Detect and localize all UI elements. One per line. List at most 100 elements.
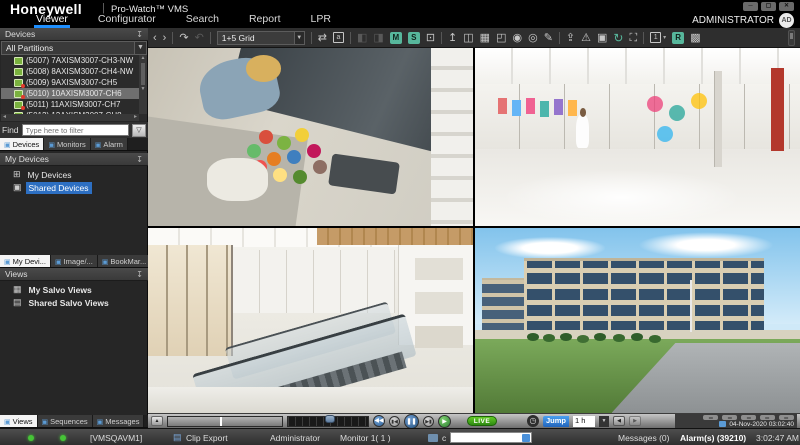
record-icon[interactable]: R [672, 32, 684, 44]
collapse-playbar-button[interactable]: ▲ [151, 416, 163, 426]
chevron-down-icon[interactable]: ▼ [599, 416, 609, 427]
play-button[interactable]: ▶ [438, 415, 451, 428]
menu-item[interactable]: LPR [308, 13, 332, 28]
calendar-icon[interactable] [719, 421, 726, 427]
camera-feed-checkout[interactable] [148, 48, 473, 226]
menu-item[interactable]: Viewer [34, 13, 70, 28]
live-button[interactable]: LIVE [467, 416, 497, 426]
alarms-indicator[interactable]: Alarm(s) (39210) [680, 429, 746, 445]
jump-forward-button[interactable]: ▶ [629, 416, 641, 426]
tab[interactable]: Messages [93, 415, 145, 427]
menu-item[interactable]: Report [247, 13, 283, 28]
menu-item[interactable]: Configurator [96, 13, 158, 28]
step-forward-button[interactable]: ▶▮ [423, 416, 434, 427]
time-slider[interactable] [287, 416, 369, 427]
upload-icon[interactable]: ⇪ [566, 32, 575, 44]
snapshot-icon[interactable]: ◉ [512, 32, 522, 44]
device-list-vscrollbar[interactable]: ▲▼ [139, 55, 147, 114]
camera-feed-mall-atrium[interactable] [475, 48, 800, 226]
layers-icon[interactable]: ▩ [690, 32, 700, 44]
dock-right-icon[interactable]: ◨ [373, 32, 383, 44]
filter-input[interactable] [22, 124, 129, 136]
save-layout-icon[interactable]: ◰ [496, 32, 506, 44]
pin-icon[interactable]: ↧ [136, 155, 143, 164]
jump-back-button[interactable]: ◀ [613, 416, 625, 426]
tab[interactable]: Image/... [51, 255, 98, 267]
grid-settings-icon[interactable]: ▦ [480, 32, 490, 44]
monitor-caret-icon[interactable]: ▾ [663, 32, 666, 44]
speed-step-icon[interactable]: ▸▸ [779, 415, 794, 420]
popout-window-icon[interactable]: ⊡ [426, 32, 435, 44]
separator[interactable] [210, 32, 211, 44]
dock-left-icon[interactable]: ◧ [357, 32, 367, 44]
export-icon[interactable]: ↥ [448, 32, 457, 44]
recording-timeline[interactable] [167, 416, 283, 427]
user-area[interactable]: ADMINISTRATOR AD [692, 13, 794, 28]
speed-step-icon[interactable]: ◂◂ [703, 415, 718, 420]
camera-feed-mall-escalator[interactable] [148, 228, 473, 413]
device-row[interactable]: (5009) 9AXISM3007-CH5 [1, 77, 139, 88]
device-row[interactable]: (5008) 8AXISM3007-CH4-NW [1, 66, 139, 77]
clip-export-label[interactable]: Clip Export [186, 429, 228, 445]
separator[interactable] [350, 32, 351, 44]
pin-icon[interactable]: ↧ [136, 270, 143, 279]
fullscreen-icon[interactable]: ⛶ [629, 32, 637, 44]
tree-item[interactable]: ▤ Shared Salvo Views [0, 296, 148, 309]
speed-step-icon[interactable]: ▸▸ [760, 415, 775, 420]
undo-icon[interactable]: ↶ [195, 32, 204, 44]
redo-icon[interactable]: ↷ [179, 32, 188, 44]
tab[interactable]: My Devi... [0, 255, 51, 267]
alarm-warning-icon[interactable]: ⚠ [581, 32, 591, 44]
chevron-down-icon[interactable]: ▼ [294, 32, 304, 44]
filter-icon[interactable]: ▽ [132, 124, 146, 137]
speed-step-icon[interactable]: ◂◂ [722, 415, 737, 420]
speed-step-icon[interactable]: ◂◂ [741, 415, 756, 420]
separator[interactable] [643, 32, 644, 44]
search-icon[interactable] [522, 434, 530, 442]
salvo-view-icon[interactable]: S [408, 32, 420, 44]
maximize-button[interactable]: ▢ [761, 2, 776, 11]
device-row[interactable]: (5010) 10AXISM3007-CH6 [1, 88, 139, 99]
picture-in-picture-icon[interactable]: ▣ [597, 32, 607, 44]
map-view-icon[interactable]: M [390, 32, 402, 44]
next-layout-icon[interactable]: › [163, 32, 167, 44]
previous-layout-icon[interactable]: ‹ [153, 32, 157, 44]
menu-item[interactable]: Search [184, 13, 221, 28]
partition-dropdown[interactable]: All Partitions ▼ [1, 41, 147, 55]
tab[interactable]: BookMar... [98, 255, 151, 267]
toolbar-overflow-scrollbar[interactable] [788, 30, 795, 46]
tab[interactable]: Alarm [91, 138, 128, 150]
messages-indicator[interactable]: Messages (0) [618, 429, 670, 445]
command-input[interactable] [450, 432, 532, 443]
separator[interactable] [441, 32, 442, 44]
clip-export-icon[interactable]: ▤ [173, 429, 182, 445]
auto-sequence-icon[interactable]: a [333, 32, 344, 43]
avatar[interactable]: AD [779, 13, 794, 28]
separator[interactable] [311, 32, 312, 44]
clock-icon[interactable]: ◷ [527, 415, 539, 427]
rewind-button[interactable]: ◀◀ [373, 415, 385, 427]
export-image-icon[interactable]: ◫ [463, 32, 473, 44]
minimize-button[interactable]: ─ [743, 2, 758, 11]
chevron-down-icon[interactable]: ▼ [134, 42, 146, 54]
close-button[interactable]: ✕ [779, 2, 794, 11]
device-list-hscrollbar[interactable]: ◂▸ [1, 114, 139, 121]
tree-item[interactable]: ⊞ My Devices [0, 168, 148, 181]
jump-button[interactable]: Jump [543, 416, 569, 427]
pin-icon[interactable]: ↧ [136, 30, 143, 39]
camera-feed-building-exterior[interactable] [475, 228, 800, 413]
tab[interactable]: Sequences [38, 415, 93, 427]
refresh-icon[interactable]: ↻ [613, 32, 623, 44]
jump-interval-input[interactable]: 1 h [573, 416, 595, 427]
monitor-1-icon[interactable]: 1 [650, 32, 661, 43]
swap-tiles-icon[interactable]: ⇄ [318, 32, 327, 44]
camera-icon[interactable]: ◎ [528, 32, 538, 44]
annotate-icon[interactable]: ✎ [544, 32, 553, 44]
grid-layout-dropdown[interactable]: 1+5 Grid ▼ [217, 31, 305, 45]
separator[interactable] [172, 32, 173, 44]
step-back-button[interactable]: ▮◀ [389, 416, 400, 427]
tab[interactable]: Devices [0, 138, 44, 150]
pause-button[interactable]: ❚❚ [404, 414, 419, 429]
tree-item[interactable]: ▣ Shared Devices [0, 181, 148, 194]
tab[interactable]: Views [0, 415, 38, 427]
